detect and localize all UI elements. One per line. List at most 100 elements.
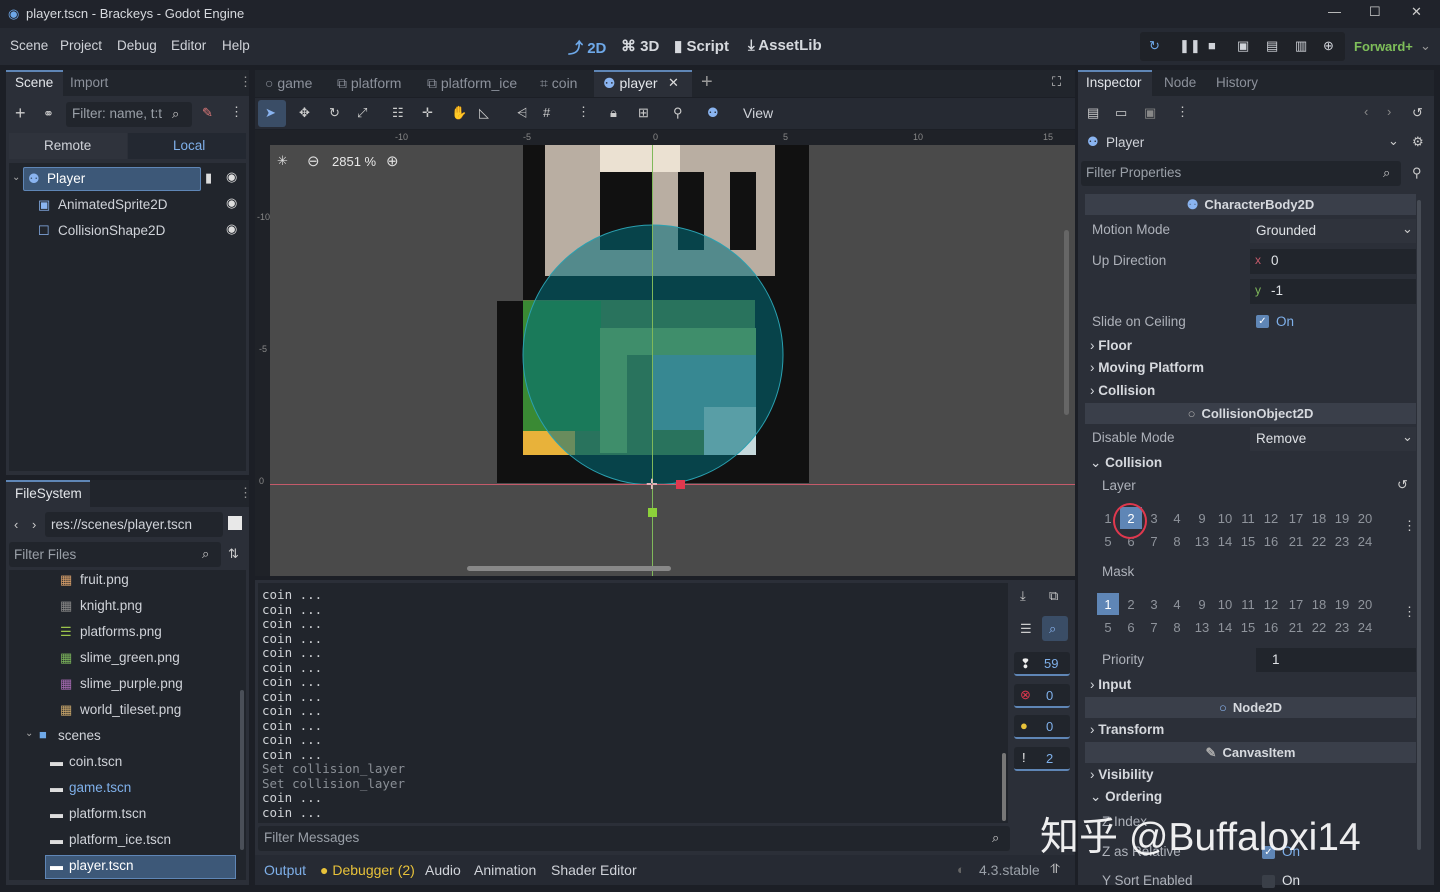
warning-counter[interactable]: ● 0 xyxy=(1014,715,1070,739)
smart-snap-icon[interactable]: ⩤ xyxy=(517,105,527,121)
file-item[interactable]: world_tileset.png xyxy=(80,702,181,717)
collapse-icon[interactable]: ⌄ xyxy=(25,728,33,739)
mask-bit[interactable]: 23 xyxy=(1331,616,1353,638)
file-item[interactable]: knight.png xyxy=(80,598,142,613)
back-icon[interactable]: ‹ xyxy=(14,517,18,532)
folder-scenes[interactable]: scenes xyxy=(58,728,101,743)
tab-game[interactable]: ○ game xyxy=(265,75,312,91)
mask-bit[interactable]: 15 xyxy=(1237,616,1259,638)
visibility-eye-icon[interactable]: ◉ xyxy=(226,221,237,237)
y-handle[interactable] xyxy=(648,508,657,517)
menu-project[interactable]: Project xyxy=(60,38,102,53)
link-icon[interactable]: ⚭ xyxy=(43,106,54,122)
mask-bit[interactable]: 8 xyxy=(1166,616,1188,638)
up-direction-x[interactable]: x 0 xyxy=(1250,249,1416,274)
menu-scene[interactable]: Scene xyxy=(10,38,48,53)
mask-bit[interactable]: 4 xyxy=(1166,593,1188,615)
tab-audio[interactable]: Audio xyxy=(425,862,461,878)
tab-debugger[interactable]: ● Debugger (2) xyxy=(320,862,415,878)
mask-bit[interactable]: 9 xyxy=(1191,593,1213,615)
group-icon[interactable]: ⊞ xyxy=(638,105,649,121)
ysort-checkbox[interactable] xyxy=(1262,875,1275,888)
grid-snap-icon[interactable]: # xyxy=(543,105,550,120)
group-transform[interactable]: › Transform xyxy=(1090,722,1164,737)
copy-icon[interactable]: ⧉ xyxy=(1049,588,1058,604)
disable-mode-select[interactable]: Remove ⌄ xyxy=(1250,427,1416,451)
file-item[interactable]: player.tscn xyxy=(69,858,134,873)
inspector-scrollbar[interactable] xyxy=(1417,200,1421,850)
collapse-lines-icon[interactable]: ☰ xyxy=(1020,621,1032,637)
horizontal-scrollbar[interactable] xyxy=(467,566,671,571)
tab-filesystem[interactable]: FileSystem xyxy=(15,486,82,501)
editor-counter[interactable]: ǃ 2 xyxy=(1014,747,1070,771)
motion-mode-select[interactable]: Grounded ⌄ xyxy=(1250,219,1416,243)
scale-tool-icon[interactable]: ⤢ xyxy=(357,105,367,121)
filter-properties-input[interactable]: Filter Properties ⌕ xyxy=(1081,161,1401,186)
back-icon[interactable]: ‹ xyxy=(1364,104,1368,119)
view-menu[interactable]: View xyxy=(743,105,773,121)
add-node-icon[interactable]: + xyxy=(15,103,26,124)
layer-bit[interactable]: 10 xyxy=(1214,507,1236,529)
tab-platform-ice[interactable]: ⧉ platform_ice xyxy=(427,75,517,92)
layout-icon[interactable] xyxy=(228,516,242,530)
slide-checkbox[interactable]: ✓ xyxy=(1256,315,1269,328)
mask-bit[interactable]: 7 xyxy=(1143,616,1165,638)
layer-bit[interactable]: 12 xyxy=(1260,507,1282,529)
layer-bit[interactable]: 19 xyxy=(1331,507,1353,529)
sort-icon[interactable]: ⇅ xyxy=(228,546,239,562)
script-icon[interactable]: ▮ xyxy=(205,170,212,186)
workspace-2d[interactable]: ⤴ 2D xyxy=(568,37,606,58)
layer-bit[interactable]: 14 xyxy=(1214,530,1236,552)
tree-label-animatedsprite[interactable]: AnimatedSprite2D xyxy=(58,197,168,212)
file-item[interactable]: slime_green.png xyxy=(80,650,180,665)
tab-output[interactable]: Output xyxy=(264,862,306,878)
group-input[interactable]: › Input xyxy=(1090,677,1131,692)
layer-bit[interactable]: 21 xyxy=(1285,530,1307,552)
dock-menu-icon[interactable]: ⋮ xyxy=(239,74,252,90)
renderer-select[interactable]: Forward+ xyxy=(1354,39,1413,54)
path-input[interactable]: res://scenes/player.tscn xyxy=(45,512,223,537)
workspace-assetlib[interactable]: ⤓ AssetLib xyxy=(748,37,822,54)
close-icon[interactable]: ✕ xyxy=(1411,4,1422,20)
group-ordering[interactable]: ⌄ Ordering xyxy=(1090,789,1162,805)
scene-filter-input[interactable]: Filter: name, t:t ⌕ xyxy=(66,102,192,127)
mask-bit[interactable]: 20 xyxy=(1354,593,1376,615)
mask-bit[interactable]: 11 xyxy=(1237,593,1259,615)
filter-options-icon[interactable]: ⚲ xyxy=(1412,165,1422,181)
tool-icon[interactable]: ⚙ xyxy=(1412,134,1424,150)
movie-icon[interactable]: ⊕ xyxy=(1323,38,1334,54)
tab-import[interactable]: Import xyxy=(70,75,108,90)
mask-bit[interactable]: 10 xyxy=(1214,593,1236,615)
add-tab-icon[interactable]: + xyxy=(701,71,713,94)
layer-bit[interactable]: 7 xyxy=(1143,530,1165,552)
section-node2d[interactable]: ○ Node2D xyxy=(1085,697,1416,718)
layer-bit[interactable]: 20 xyxy=(1354,507,1376,529)
workspace-script[interactable]: ▮ Script xyxy=(674,37,729,55)
up-direction-y[interactable]: y -1 xyxy=(1250,279,1416,304)
mask-bit[interactable]: 6 xyxy=(1120,616,1142,638)
tab-history[interactable]: History xyxy=(1216,75,1258,90)
run-custom-icon[interactable]: ▥ xyxy=(1295,38,1307,54)
zoom-in-icon[interactable]: ⊕ xyxy=(386,152,399,170)
menu-help[interactable]: Help xyxy=(222,38,250,53)
object-selector[interactable]: ⚉ Player ⌄ xyxy=(1082,130,1403,155)
pan-icon[interactable]: ✋ xyxy=(451,105,467,121)
stop-icon[interactable]: ■ xyxy=(1208,38,1216,53)
rotate-tool-icon[interactable]: ↻ xyxy=(329,105,340,121)
canvas-viewport[interactable]: -10 -5 0 5 10 15 -10 -5 0 ✛ ✳ ⊖ 2851 % ⊕ xyxy=(255,130,1075,576)
layer-bit[interactable]: 11 xyxy=(1237,507,1259,529)
layer-bit[interactable]: 16 xyxy=(1260,530,1282,552)
forward-icon[interactable]: › xyxy=(32,517,36,532)
pivot-icon[interactable]: ✛ xyxy=(422,105,433,121)
layer-bit[interactable]: 22 xyxy=(1308,530,1330,552)
distraction-free-icon[interactable]: ⛶ xyxy=(1052,74,1061,90)
more-icon[interactable]: ⋮ xyxy=(230,104,243,120)
layer-bit[interactable]: 24 xyxy=(1354,530,1376,552)
group-collision[interactable]: ⌄ Collision xyxy=(1090,455,1162,471)
more-icon[interactable]: ⋮ xyxy=(1176,104,1189,120)
section-canvasitem[interactable]: ✎ CanvasItem xyxy=(1085,742,1416,763)
workspace-3d[interactable]: ⌘ 3D xyxy=(621,37,659,55)
visibility-eye-icon[interactable]: ◉ xyxy=(226,169,237,185)
ruler-icon[interactable]: ◺ xyxy=(479,105,489,121)
section-collisionobject2d[interactable]: ○ CollisionObject2D xyxy=(1085,403,1416,424)
